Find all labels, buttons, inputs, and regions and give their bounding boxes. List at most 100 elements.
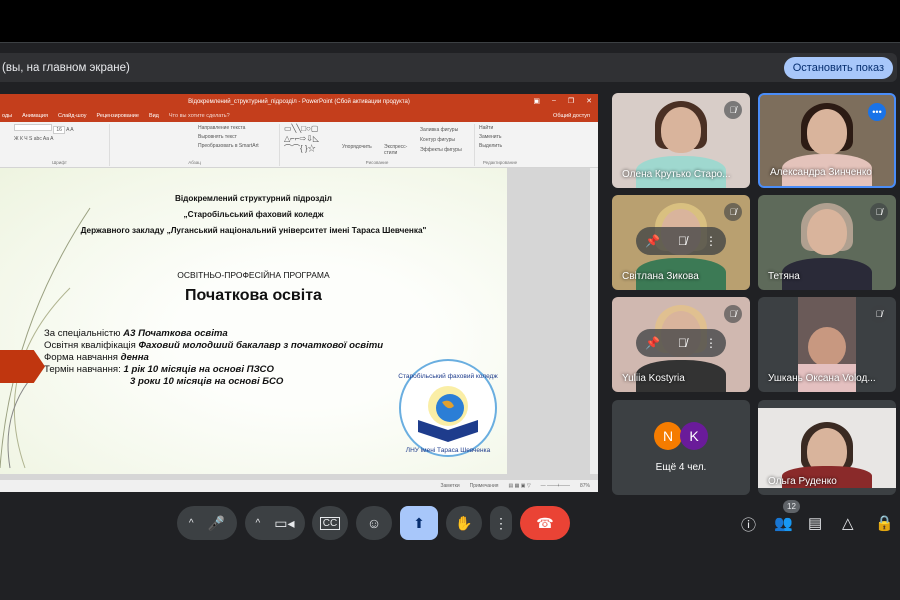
reactions-button[interactable]: ☺ [356,506,392,540]
tile-hover-controls: 📌 🎙̸ ⋮ [636,227,726,255]
tile-hover-controls: 📌 🎙̸ ⋮ [636,329,726,357]
shared-screen-powerpoint: Відокремлений_структурний_підрозділ - Po… [0,94,598,492]
mute-icon[interactable]: 🎙̸ [678,234,687,248]
find-button[interactable]: Найти [475,124,525,133]
hand-icon: ✋ [455,514,473,531]
convert-smartart[interactable]: Преобразовать в SmartArt [110,142,279,151]
svg-text:Старобільський фаховий коледж: Старобільський фаховий коледж [398,372,498,380]
participant-tile[interactable]: 🎙̸ 📌 🎙̸ ⋮ Yuliia Kostyria [612,297,750,392]
top-area [0,0,900,43]
activities-icon[interactable]: △ [842,514,854,532]
slide-program: ОСВІТНЬО-ПРОФЕСІЙНА ПРОГРАМА [177,270,330,280]
font-format-buttons[interactable]: Ж К Ч S abc Aa A [10,135,109,144]
ppt-window-title: Відокремлений_структурний_підрозділ - Po… [188,99,410,105]
minimize-icon[interactable]: – [552,97,556,105]
shape-effects[interactable]: Эффекты фигуры [420,147,462,153]
maximize-icon[interactable]: ❐ [568,97,574,105]
slide-row: За спеціальністю А3 Початкова освіта [44,328,228,339]
more-vert-icon[interactable]: ⋮ [705,336,717,350]
participant-tile[interactable]: Ольга Руденко [758,400,896,495]
participants-count-badge: 12 [783,500,800,513]
mic-off-icon: 🎙̸ [870,203,888,221]
status-bar: Заметки Примечания ▤ ▦ ▣ ▽ — ——+—— 87% [0,480,598,492]
ribbon-tabs: оды Анимация Слайд-шоу Рецензирование Ви… [0,110,598,122]
tab-review[interactable]: Рецензирование [96,113,138,119]
host-controls-lock-icon[interactable]: 🔒 [875,514,894,532]
svg-text:ЛНУ імені Тараса Шевченка: ЛНУ імені Тараса Шевченка [406,446,491,454]
paragraph-group: Направление текста Выровнять текст Преоб… [110,124,280,166]
comments-button[interactable]: Примечания [470,483,499,489]
people-icon[interactable]: 👥 [774,514,793,532]
more-options-button[interactable]: ⋮ [490,506,512,540]
zoom-level[interactable]: 87% [580,483,590,489]
captions-button[interactable]: CC [312,506,348,540]
more-vert-icon: ⋮ [494,514,508,531]
slide-scrollbar[interactable] [590,168,598,474]
tell-me-search[interactable]: Что вы хотите сделать? [169,113,230,119]
slide-heading: Початкова освіта [185,287,322,304]
quick-styles-button[interactable]: Экспресс-стили [384,144,407,156]
shape-outline[interactable]: Контур фигуры [420,137,455,143]
participant-tile[interactable]: 🎙̸ Тетяна [758,195,896,290]
pin-icon[interactable]: 📌 [645,336,660,350]
present-button[interactable]: ⬆ [400,506,438,540]
more-options-icon[interactable]: ••• [868,103,886,121]
close-icon[interactable]: ✕ [586,97,592,105]
shape-fill[interactable]: Заливка фигуры [420,127,458,133]
slide-body: За спеціальністю А3 Початкова освіта Осв… [44,328,383,388]
participant-name: Тетяна [768,271,800,282]
participant-name: Ушкань Оксана Volод... [768,373,876,384]
participant-tile[interactable]: 🎙̸ 📌 🎙̸ ⋮ Світлана Зикова [612,195,750,290]
participant-tile-speaking[interactable]: ••• Александра Зинченко [758,93,896,188]
chevron-up-icon[interactable]: ^ [189,518,194,529]
replace-button[interactable]: Заменить [475,133,525,142]
tab-view[interactable]: Вид [149,113,159,119]
participant-name: Світлана Зикова [622,271,699,282]
zoom-slider[interactable]: — ——+—— [541,483,570,489]
chat-icon[interactable]: ▤ [808,514,822,532]
slide: Відокремлений структурний підрозділ „Ста… [0,168,507,474]
tab-transitions[interactable]: оды [2,113,12,119]
participant-name: Ольга Руденко [768,476,837,487]
tab-slideshow[interactable]: Слайд-шоу [58,113,87,119]
slide-row: Освітня кваліфікація Фаховий молодший ба… [44,340,384,351]
share-button[interactable]: Общий доступ [553,113,590,119]
more-participants-tile[interactable]: N K Ещё 4 чел. [612,400,750,495]
arrange-button[interactable]: Упорядочить [342,144,372,150]
leave-call-button[interactable]: ☎ [520,506,570,540]
microphone-icon[interactable]: 🎤 [208,515,225,532]
notes-button[interactable]: Заметки [440,483,459,489]
editing-group: Найти Заменить Выделить Редактирование [475,124,525,166]
restore-icon[interactable]: ▣ [533,97,540,105]
chevron-up-icon[interactable]: ^ [256,518,261,529]
mic-off-icon: 🎙̸ [724,101,742,119]
view-buttons[interactable]: ▤ ▦ ▣ ▽ [508,483,530,489]
mic-off-icon: 🎙̸ [870,305,888,323]
raise-hand-button[interactable]: ✋ [446,506,482,540]
presenting-banner: (вы, на главном экране) Остановить показ [0,53,897,82]
slide-line-3: Державного закладу „Луганський національ… [80,226,427,235]
ribbon: 16 A A Ж К Ч S abc Aa A Шрифт Направлени… [0,122,598,168]
more-vert-icon[interactable]: ⋮ [705,234,717,248]
slide-row: 3 роки 10 місяців на основі БСО [130,376,284,387]
font-size-field[interactable]: 16 [53,126,65,134]
pin-icon[interactable]: 📌 [645,234,660,248]
participant-tile[interactable]: 🎙̸ Олена Крутько Старо... [612,93,750,188]
presenting-text: (вы, на главном экране) [2,61,130,74]
more-participants-label: Ещё 4 чел. [655,462,707,473]
emoji-icon: ☺ [366,515,382,531]
participant-tile[interactable]: 🎙̸ Ушкань Оксана Volод... [758,297,896,392]
slide-row: Форма навчання денна [44,352,149,363]
camera-control[interactable]: ^ ▭◂ [245,506,305,540]
avatar: N [654,422,682,450]
mute-icon[interactable]: 🎙̸ [678,336,687,350]
select-button[interactable]: Выделить [475,142,525,151]
microphone-control[interactable]: ^ 🎤 [177,506,237,540]
camera-icon[interactable]: ▭◂ [274,515,294,532]
drawing-group: ▭╲╲□○▢ △⌐⌐⇨⇩◺ ⌒⌒{ }☆ Упорядочить Экспресс-… [280,124,475,166]
meeting-info-icon[interactable]: ⓘ [741,514,756,535]
text-direction[interactable]: Направление текста [110,124,279,133]
align-text[interactable]: Выровнять текст [110,133,279,142]
stop-presenting-button[interactable]: Остановить показ [783,56,893,79]
tab-animation[interactable]: Анимация [22,113,48,119]
